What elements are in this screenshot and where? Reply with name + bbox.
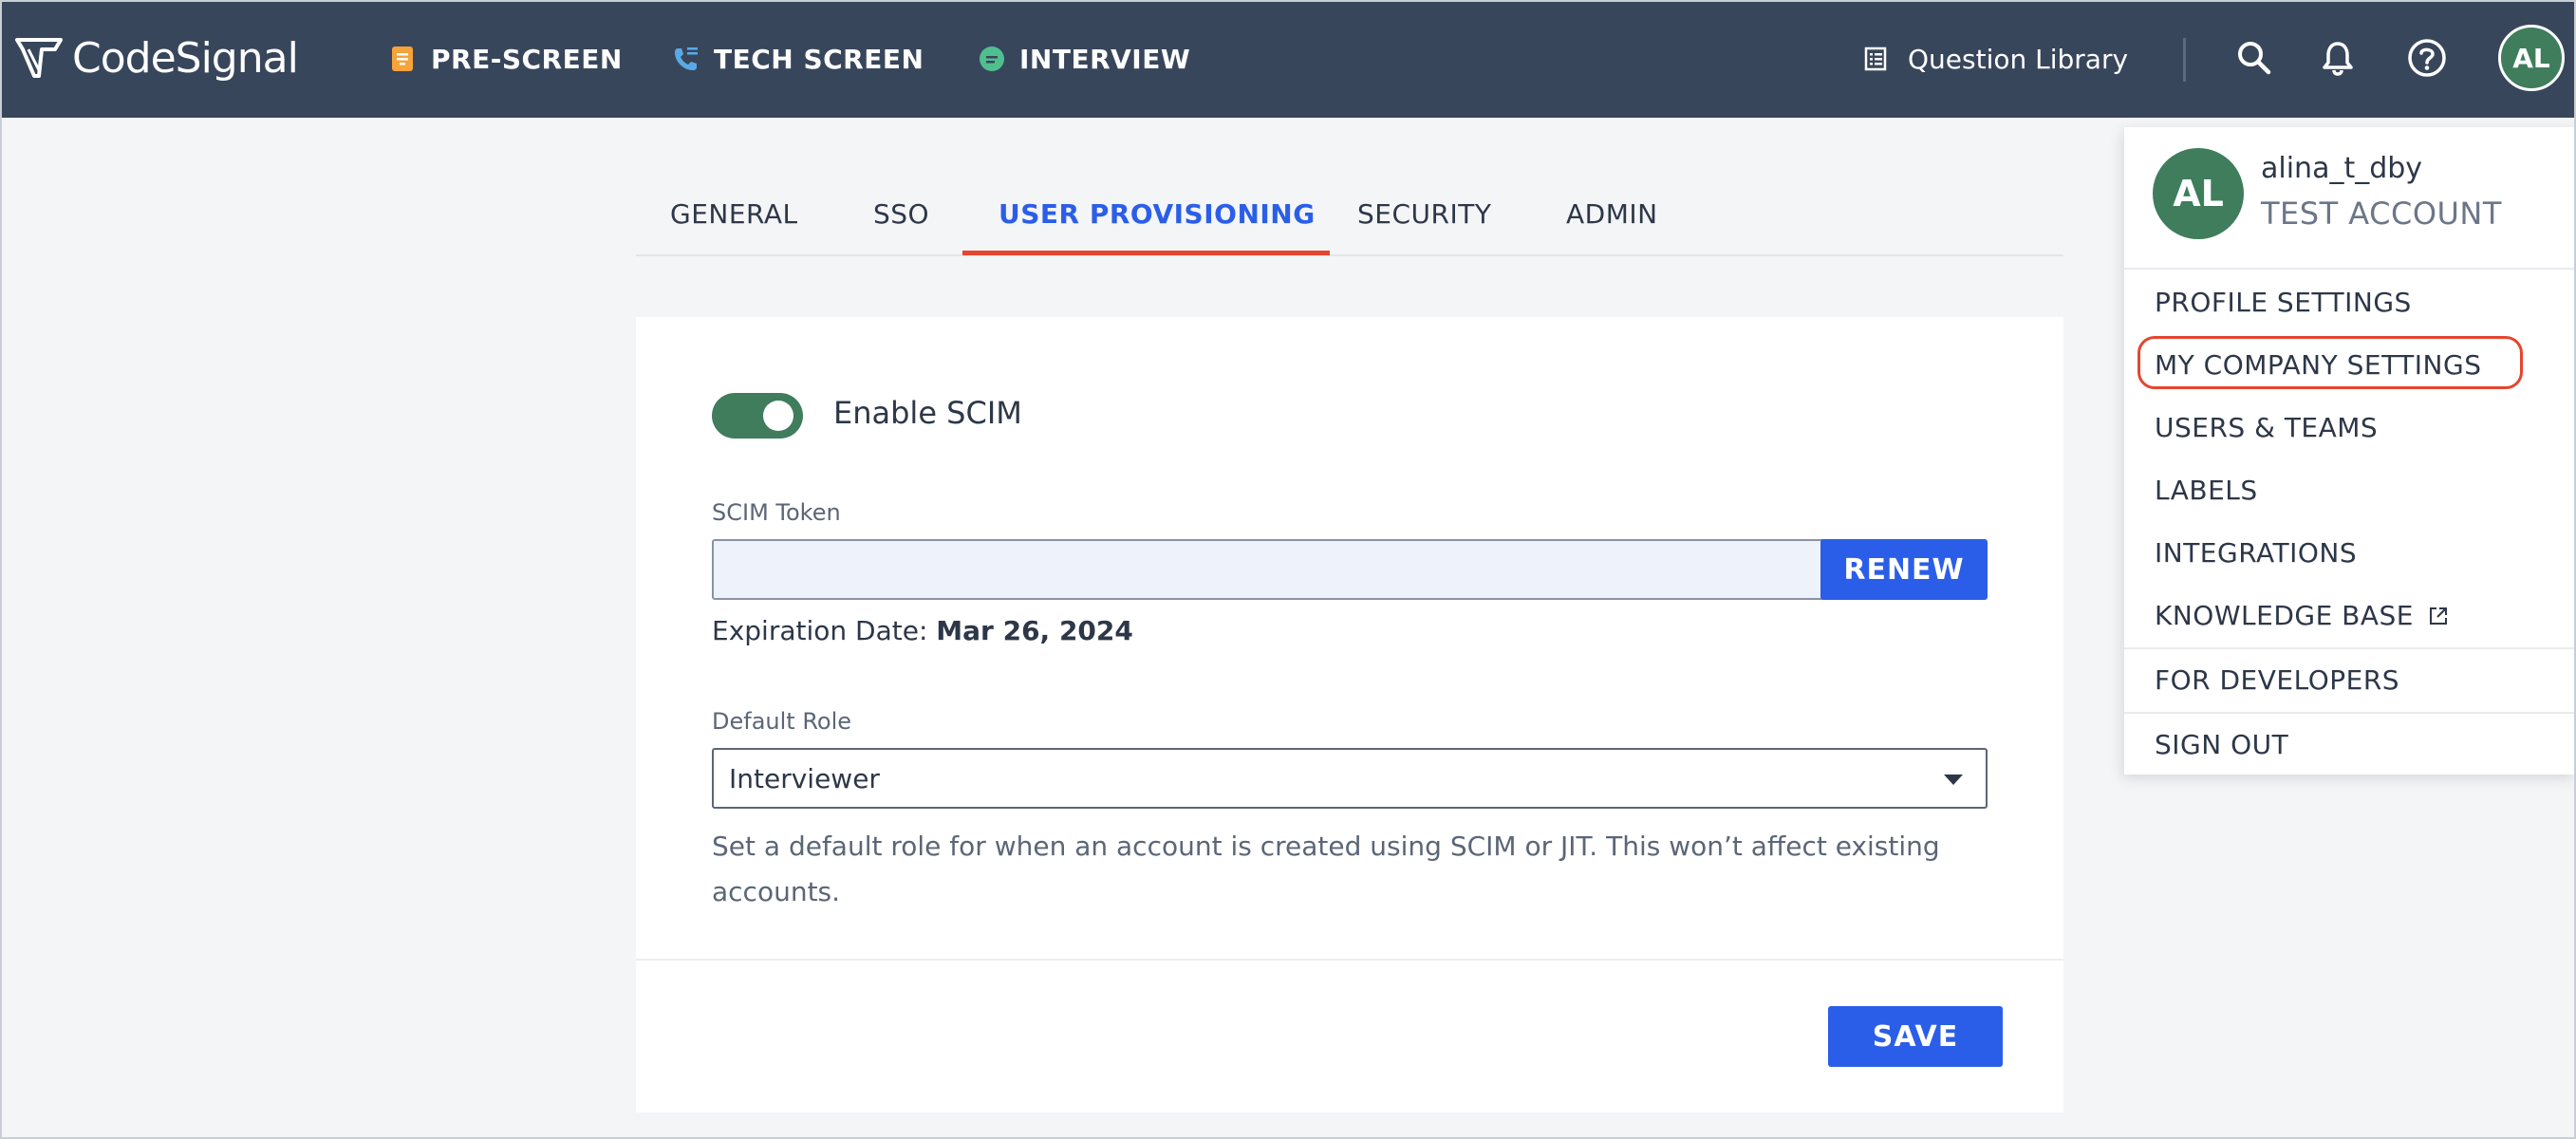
help-button[interactable]: [2403, 34, 2451, 82]
nav-tech-screen[interactable]: TECH SCREEN: [672, 36, 924, 82]
default-role-value: Interviewer: [729, 762, 880, 794]
menu-item-label: SIGN OUT: [2155, 729, 2289, 760]
codesignal-logo[interactable]: CodeSignal: [13, 25, 299, 91]
menu-item-label: INTEGRATIONS: [2155, 537, 2358, 569]
expiration-date-label: Expiration Date:: [712, 615, 937, 646]
pre-screen-icon: [392, 47, 413, 71]
search-icon: [2238, 42, 2271, 75]
menu-item-label: LABELS: [2155, 475, 2258, 506]
menu-item-my-company-settings[interactable]: MY COMPANY SETTINGS: [2155, 349, 2481, 381]
user-dropdown-menu: AL alina_t_dby TEST ACCOUNT PROFILE SETT…: [2124, 127, 2576, 775]
book-list-icon: [1864, 47, 1887, 71]
nav-pre-screen[interactable]: PRE-SCREEN: [389, 36, 623, 82]
menu-item-profile-settings[interactable]: PROFILE SETTINGS: [2155, 287, 2412, 318]
search-button[interactable]: [2231, 34, 2278, 82]
question-library-link[interactable]: Question Library: [1862, 36, 2128, 82]
tab-general[interactable]: GENERAL: [670, 190, 798, 237]
menu-item-for-developers[interactable]: FOR DEVELOPERS: [2155, 664, 2399, 696]
help-icon: [2408, 39, 2446, 77]
top-navigation-bar: CodeSignal PRE-SCREEN TECH SCREEN INTERV…: [0, 0, 2576, 118]
settings-tabs: GENERAL SSO USER PROVISIONING SECURITY A…: [636, 171, 2063, 256]
scim-token-label: SCIM Token: [712, 499, 841, 526]
tech-screen-icon: [675, 47, 698, 70]
menu-account-type: TEST ACCOUNT: [2261, 196, 2502, 232]
notifications-button[interactable]: [2314, 34, 2361, 82]
renew-button[interactable]: RENEW: [1820, 539, 1988, 600]
expiration-date-value: Mar 26, 2024: [936, 615, 1133, 646]
enable-scim-label: Enable SCIM: [833, 395, 1022, 431]
user-provisioning-card: Enable SCIM SCIM Token RENEW Expiration …: [636, 317, 2063, 1112]
codesignal-logo-icon: [15, 38, 63, 78]
question-library-label: Question Library: [1908, 43, 2129, 75]
menu-divider: [2124, 712, 2576, 714]
brand-name: CodeSignal: [72, 33, 299, 83]
external-link-icon: [2430, 607, 2447, 625]
save-button[interactable]: SAVE: [1828, 1006, 2003, 1067]
interview-icon: [980, 47, 1004, 71]
menu-item-integrations[interactable]: INTEGRATIONS: [2155, 537, 2357, 569]
menu-username: alina_t_dby: [2261, 152, 2423, 185]
nav-pre-screen-label: PRE-SCREEN: [431, 43, 623, 75]
enable-scim-toggle[interactable]: [712, 393, 803, 439]
caret-down-icon: [1944, 775, 1963, 785]
nav-interview-label: INTERVIEW: [1019, 43, 1191, 75]
default-role-label: Default Role: [712, 708, 852, 735]
expiration-date: Expiration Date: Mar 26, 2024: [712, 615, 1133, 646]
tab-security[interactable]: SECURITY: [1357, 190, 1491, 237]
bell-icon: [2323, 42, 2353, 76]
menu-item-label: PROFILE SETTINGS: [2155, 287, 2412, 318]
card-footer-divider: [636, 959, 2063, 961]
menu-item-knowledge-base[interactable]: KNOWLEDGE BASE: [2155, 600, 2450, 631]
menu-item-label: KNOWLEDGE BASE: [2155, 600, 2414, 631]
menu-item-label: MY COMPANY SETTINGS: [2155, 349, 2482, 381]
nav-tech-screen-label: TECH SCREEN: [714, 43, 924, 75]
toggle-knob: [763, 401, 793, 431]
user-avatar-button[interactable]: AL: [2498, 25, 2565, 91]
topbar-divider: [2183, 38, 2186, 82]
nav-interview[interactable]: INTERVIEW: [978, 36, 1190, 82]
tab-admin[interactable]: ADMIN: [1566, 190, 1658, 237]
menu-item-label: FOR DEVELOPERS: [2155, 664, 2400, 696]
tab-sso[interactable]: SSO: [873, 190, 929, 237]
menu-item-label: USERS & TEAMS: [2155, 412, 2379, 443]
menu-item-labels[interactable]: LABELS: [2155, 475, 2258, 506]
tab-user-provisioning[interactable]: USER PROVISIONING: [999, 190, 1316, 237]
default-role-select[interactable]: Interviewer: [712, 748, 1988, 809]
menu-avatar: AL: [2153, 148, 2244, 239]
default-role-helper-text: Set a default role for when an account i…: [712, 831, 1940, 907]
active-tab-indicator: [962, 251, 1330, 255]
menu-item-sign-out[interactable]: SIGN OUT: [2155, 729, 2288, 760]
menu-divider: [2124, 268, 2576, 270]
menu-divider: [2124, 647, 2576, 649]
menu-item-users-teams[interactable]: USERS & TEAMS: [2155, 412, 2378, 443]
scim-token-input[interactable]: [712, 539, 1951, 600]
